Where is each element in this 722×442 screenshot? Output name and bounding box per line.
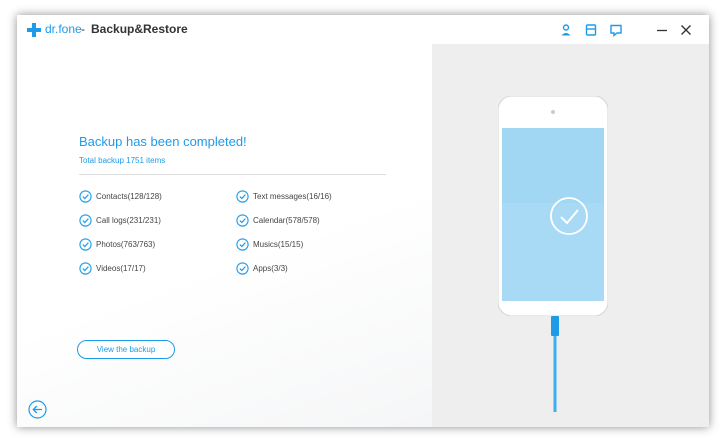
user-icon[interactable] xyxy=(559,23,573,37)
list-item-apps: Apps(3/3) xyxy=(236,262,386,276)
check-circle-icon xyxy=(236,190,249,203)
item-label: Call logs(231/231) xyxy=(96,216,161,225)
list-item-musics: Musics(15/15) xyxy=(236,238,386,252)
item-label: Photos(763/763) xyxy=(96,240,156,249)
check-circle-icon xyxy=(236,214,249,227)
item-label: Calendar(578/578) xyxy=(253,216,320,225)
success-check-icon xyxy=(550,197,588,235)
close-icon[interactable] xyxy=(679,23,693,37)
minimize-icon[interactable] xyxy=(655,23,669,37)
app-title: Backup&Restore xyxy=(91,22,188,36)
view-backup-button[interactable]: View the backup xyxy=(77,340,175,359)
content-panel xyxy=(17,44,432,427)
check-circle-icon xyxy=(79,238,92,251)
divider xyxy=(79,174,386,175)
check-circle-icon xyxy=(79,262,92,275)
drfone-logo-icon xyxy=(27,23,41,37)
list-item-photos: Photos(763/763) xyxy=(79,238,229,252)
item-label: Musics(15/15) xyxy=(253,240,304,249)
list-item-call-logs: Call logs(231/231) xyxy=(79,214,229,228)
save-icon[interactable] xyxy=(584,23,598,37)
list-item-contacts: Contacts(128/128) xyxy=(79,190,229,204)
completion-headline: Backup has been completed! xyxy=(79,134,247,149)
check-circle-icon xyxy=(79,214,92,227)
back-arrow-icon[interactable] xyxy=(28,400,47,419)
list-item-calendar: Calendar(578/578) xyxy=(236,214,386,228)
title-bar: dr.fone - Backup&Restore xyxy=(17,15,709,44)
check-circle-icon xyxy=(79,190,92,203)
total-items-text: Total backup 1751 items xyxy=(79,156,166,165)
check-circle-icon xyxy=(236,238,249,251)
check-circle-icon xyxy=(236,262,249,275)
list-item-videos: Videos(17/17) xyxy=(79,262,229,276)
brand-name: dr.fone xyxy=(45,22,82,36)
title-separator: - xyxy=(81,22,85,36)
item-label: Text messages(16/16) xyxy=(253,192,332,201)
usb-cable xyxy=(551,316,559,412)
item-label: Apps(3/3) xyxy=(253,264,288,273)
list-item-text-messages: Text messages(16/16) xyxy=(236,190,386,204)
item-label: Contacts(128/128) xyxy=(96,192,162,201)
item-label: Videos(17/17) xyxy=(96,264,146,273)
feedback-icon[interactable] xyxy=(609,23,623,37)
